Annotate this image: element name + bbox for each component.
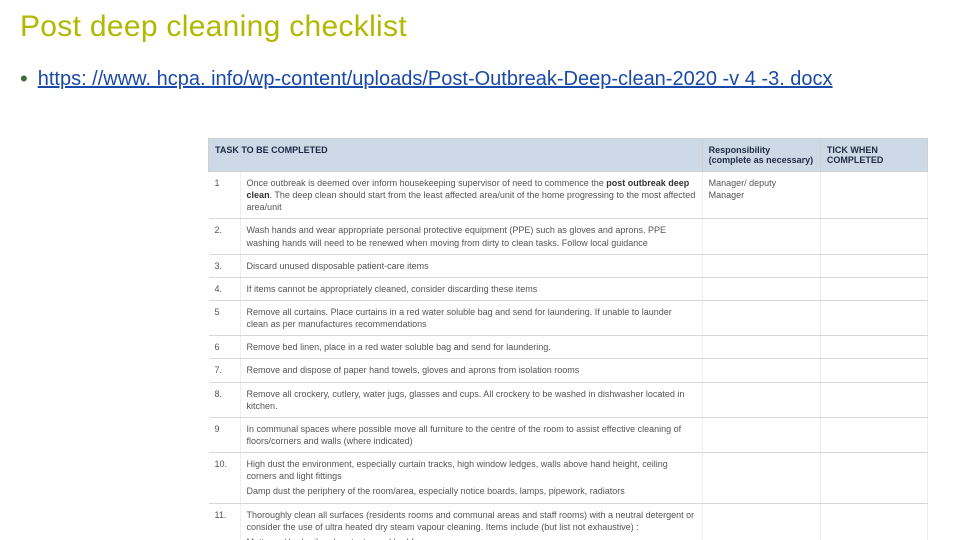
table-row: 2.Wash hands and wear appropriate person… <box>209 219 928 254</box>
row-resp <box>702 219 820 254</box>
checklist-table: TASK TO BE COMPLETED Responsibility (com… <box>208 138 928 540</box>
row-resp <box>702 300 820 335</box>
row-task: Remove all crockery, cutlery, water jugs… <box>240 382 702 417</box>
row-resp <box>702 336 820 359</box>
row-number: 11. <box>209 503 241 540</box>
row-tick <box>820 254 927 277</box>
table-row: 7.Remove and dispose of paper hand towel… <box>209 359 928 382</box>
table-row: 5Remove all curtains. Place curtains in … <box>209 300 928 335</box>
doc-link[interactable]: https: //www. hcpa. info/wp-content/uplo… <box>38 66 833 92</box>
row-tick <box>820 300 927 335</box>
row-resp <box>702 359 820 382</box>
row-task: If items cannot be appropriately cleaned… <box>240 277 702 300</box>
col-resp: Responsibility (complete as necessary) <box>702 139 820 172</box>
row-number: 7. <box>209 359 241 382</box>
row-tick <box>820 503 927 540</box>
row-task: Thoroughly clean all surfaces (residents… <box>240 503 702 540</box>
row-task: Remove bed linen, place in a red water s… <box>240 336 702 359</box>
row-task: High dust the environment, especially cu… <box>240 453 702 503</box>
bullet-item: • https: //www. hcpa. info/wp-content/up… <box>20 66 942 92</box>
row-tick <box>820 359 927 382</box>
row-task: Remove and dispose of paper hand towels,… <box>240 359 702 382</box>
row-task: Wash hands and wear appropriate personal… <box>240 219 702 254</box>
row-resp <box>702 503 820 540</box>
header-row: TASK TO BE COMPLETED Responsibility (com… <box>209 139 928 172</box>
col-tick: TICK WHEN COMPLETED <box>820 139 927 172</box>
row-tick <box>820 219 927 254</box>
table-row: 1Once outbreak is deemed over inform hou… <box>209 172 928 219</box>
row-task: Once outbreak is deemed over inform hous… <box>240 172 702 219</box>
table-row: 4.If items cannot be appropriately clean… <box>209 277 928 300</box>
row-resp <box>702 382 820 417</box>
table-row: 11.Thoroughly clean all surfaces (reside… <box>209 503 928 540</box>
row-tick <box>820 172 927 219</box>
row-resp <box>702 254 820 277</box>
table-row: 9In communal spaces where possible move … <box>209 417 928 452</box>
table-row: 3.Discard unused disposable patient-care… <box>209 254 928 277</box>
row-number: 5 <box>209 300 241 335</box>
row-number: 9 <box>209 417 241 452</box>
row-number: 8. <box>209 382 241 417</box>
table-row: 10.High dust the environment, especially… <box>209 453 928 503</box>
row-number: 4. <box>209 277 241 300</box>
row-task: Discard unused disposable patient-care i… <box>240 254 702 277</box>
row-task: Remove all curtains. Place curtains in a… <box>240 300 702 335</box>
col-task: TASK TO BE COMPLETED <box>209 139 703 172</box>
row-resp: Manager/ deputy Manager <box>702 172 820 219</box>
row-tick <box>820 382 927 417</box>
row-number: 2. <box>209 219 241 254</box>
slide: Post deep cleaning checklist • https: //… <box>0 0 960 540</box>
row-number: 1 <box>209 172 241 219</box>
row-tick <box>820 417 927 452</box>
row-resp <box>702 453 820 503</box>
row-resp <box>702 277 820 300</box>
row-tick <box>820 336 927 359</box>
table-row: 6Remove bed linen, place in a red water … <box>209 336 928 359</box>
bullet-icon: • <box>20 68 28 90</box>
row-task: In communal spaces where possible move a… <box>240 417 702 452</box>
row-resp <box>702 417 820 452</box>
row-number: 6 <box>209 336 241 359</box>
row-tick <box>820 453 927 503</box>
row-number: 3. <box>209 254 241 277</box>
table-row: 8.Remove all crockery, cutlery, water ju… <box>209 382 928 417</box>
checklist-figure: TASK TO BE COMPLETED Responsibility (com… <box>208 138 928 540</box>
slide-title: Post deep cleaning checklist <box>20 10 942 44</box>
row-tick <box>820 277 927 300</box>
row-number: 10. <box>209 453 241 503</box>
